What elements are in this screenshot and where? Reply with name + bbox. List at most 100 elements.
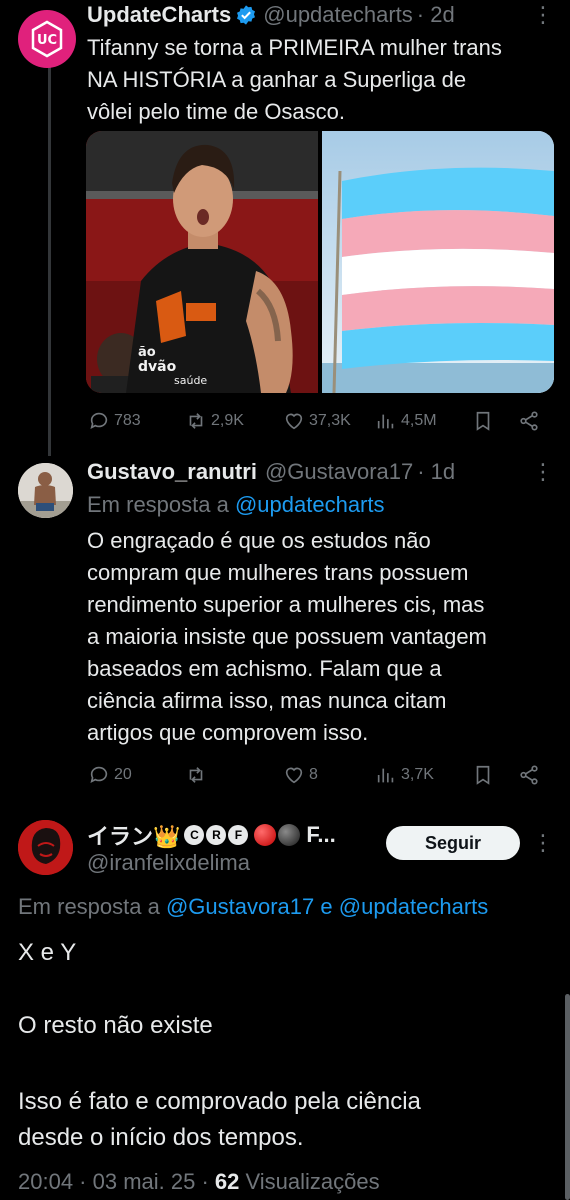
reply-button[interactable]: 783 bbox=[88, 410, 141, 432]
tweet-text-line: vôlei pelo time de Osasco. bbox=[87, 99, 346, 124]
repost-count: 2,9K bbox=[211, 412, 244, 429]
tweet-text-line: Isso é fato e comprovado pela ciência bbox=[18, 1088, 421, 1115]
views-count: 62 bbox=[214, 1169, 240, 1194]
scrollbar[interactable] bbox=[565, 994, 570, 1200]
thread-line bbox=[48, 56, 51, 456]
author-name[interactable]: イラン👑 bbox=[87, 819, 180, 851]
author-handle[interactable]: @iranfelixdelima bbox=[87, 850, 250, 876]
tweet-text: X e Y bbox=[18, 935, 76, 971]
views-icon bbox=[377, 414, 394, 429]
tweet-text: Isso é fato e comprovado pela ciência de… bbox=[18, 1084, 421, 1156]
reply-icon bbox=[90, 766, 108, 783]
tweet-text-line: compram que mulheres trans possuem bbox=[87, 560, 469, 585]
views-button[interactable]: 4,5M bbox=[375, 410, 437, 432]
like-button[interactable]: 37,3K bbox=[283, 410, 351, 432]
tweet-text-line: ciência afirma isso, mas nunca citam bbox=[87, 688, 447, 713]
repost-button[interactable] bbox=[185, 764, 211, 786]
tweet-meta: 20:04 · 03 mai. 25 · 62 Visualizações bbox=[18, 1166, 380, 1198]
reply-context: Em resposta a @Gustavora17 e @updatechar… bbox=[18, 891, 488, 923]
player-photo-image: ão dvão saúde bbox=[86, 131, 318, 393]
like-count: 8 bbox=[309, 766, 318, 783]
tweet-text-line: X e Y bbox=[18, 939, 77, 966]
tweet-text-line: a maioria insiste que possuem vantagem bbox=[87, 624, 487, 649]
like-count: 37,3K bbox=[309, 412, 351, 429]
reply-context-label: Em resposta a bbox=[87, 492, 229, 517]
reply-icon bbox=[90, 412, 108, 429]
author-handle[interactable]: @Gustavora17 bbox=[265, 459, 413, 485]
author-name-suffix: F... bbox=[306, 822, 336, 847]
views-icon bbox=[377, 768, 394, 783]
tweet-text: O engraçado é que os estudos não compram… bbox=[87, 525, 487, 749]
tweet-time[interactable]: · 1d bbox=[417, 459, 455, 485]
share-icon bbox=[520, 411, 538, 431]
tweet-text-line: Tifanny se torna a PRIMEIRA mulher trans bbox=[87, 35, 502, 60]
avatar[interactable] bbox=[18, 463, 73, 518]
author-handle[interactable]: @updatecharts bbox=[263, 2, 413, 28]
views-button[interactable]: 3,7K bbox=[375, 764, 434, 786]
black-ball-icon bbox=[278, 824, 301, 846]
player-photo[interactable]: ão dvão saúde bbox=[86, 131, 318, 393]
heart-icon bbox=[285, 413, 303, 430]
reply-mention-link[interactable]: @updatecharts bbox=[235, 492, 385, 517]
like-button[interactable]: 8 bbox=[283, 764, 318, 786]
tweet-time[interactable]: · 2d bbox=[417, 2, 455, 28]
svg-text:UC: UC bbox=[37, 33, 57, 48]
bookmark-icon bbox=[476, 411, 490, 431]
bookmark-button[interactable] bbox=[472, 410, 494, 432]
follow-button[interactable]: Seguir bbox=[386, 826, 520, 860]
author-name[interactable]: UpdateCharts bbox=[87, 2, 231, 28]
avatar-image bbox=[18, 463, 73, 518]
avatar[interactable] bbox=[18, 820, 73, 875]
reply-button[interactable]: 20 bbox=[88, 764, 132, 786]
tweet-text-line: O resto não existe bbox=[18, 1012, 213, 1039]
views-count: 4,5M bbox=[401, 412, 437, 429]
bookmark-button[interactable] bbox=[472, 764, 494, 786]
tweet-text-line: O engraçado é que os estudos não bbox=[87, 528, 431, 553]
red-ball-icon bbox=[254, 824, 277, 846]
repost-icon bbox=[189, 767, 203, 783]
share-button[interactable] bbox=[518, 410, 540, 432]
badge-f: F bbox=[228, 825, 249, 845]
jersey-text: ão bbox=[138, 345, 156, 360]
author-name[interactable]: Gustavo_ranutri bbox=[87, 459, 257, 485]
verified-badge-icon bbox=[237, 5, 256, 25]
heart-icon bbox=[285, 767, 303, 784]
repost-button[interactable]: 2,9K bbox=[185, 410, 244, 432]
tweet-text: Tifanny se torna a PRIMEIRA mulher trans… bbox=[87, 32, 502, 128]
share-icon bbox=[520, 765, 538, 785]
jersey-text: saúde bbox=[174, 374, 207, 387]
reply-context: Em resposta a @updatecharts bbox=[87, 489, 385, 521]
updatecharts-logo-icon: UC bbox=[31, 20, 63, 58]
trans-flag-image bbox=[322, 131, 554, 393]
tweet-text-line: rendimento superior a mulheres cis, mas bbox=[87, 592, 485, 617]
tweet-text-line: baseados em achismo. Falam que a bbox=[87, 656, 442, 681]
tweet-header: Gustavo_ranutri @Gustavora17 · 1d bbox=[87, 457, 455, 487]
more-options-icon[interactable]: ⋮ bbox=[532, 832, 554, 854]
tweet-text-line: artigos que comprovem isso. bbox=[87, 720, 369, 745]
avatar[interactable]: UC bbox=[18, 10, 76, 68]
tweet-text: O resto não existe bbox=[18, 1008, 213, 1044]
more-options-icon[interactable]: ⋮ bbox=[532, 4, 554, 26]
tweet-text-line: NA HISTÓRIA a ganhar a Superliga de bbox=[87, 67, 467, 92]
reply-count: 20 bbox=[114, 766, 132, 783]
badge-r: R bbox=[206, 825, 227, 845]
reply-context-conjunction: e bbox=[320, 894, 333, 919]
more-options-icon[interactable]: ⋮ bbox=[532, 461, 554, 483]
tweet-header: イラン👑 C R F F... bbox=[87, 820, 336, 850]
tweet-text-line: desde o início dos tempos. bbox=[18, 1124, 304, 1151]
tweet-header: UpdateCharts @updatecharts · 2d bbox=[87, 0, 455, 30]
bookmark-icon bbox=[476, 765, 490, 785]
trans-flag-photo[interactable] bbox=[322, 131, 554, 393]
share-button[interactable] bbox=[518, 764, 540, 786]
tweet-timestamp[interactable]: 20:04 · 03 mai. 25 · bbox=[18, 1169, 209, 1194]
reply-mention-link[interactable]: @Gustavora17 bbox=[166, 894, 314, 919]
views-count: 3,7K bbox=[401, 766, 434, 783]
repost-icon bbox=[189, 413, 203, 429]
avatar-image bbox=[18, 820, 73, 875]
reply-context-label: Em resposta a bbox=[18, 894, 160, 919]
tweet-media[interactable]: ão dvão saúde bbox=[86, 131, 554, 393]
tweet-handle-row: @iranfelixdelima bbox=[87, 848, 250, 878]
reply-mention-link[interactable]: @updatecharts bbox=[339, 894, 489, 919]
reply-count: 783 bbox=[114, 412, 141, 429]
jersey-text: dvão bbox=[138, 359, 177, 375]
